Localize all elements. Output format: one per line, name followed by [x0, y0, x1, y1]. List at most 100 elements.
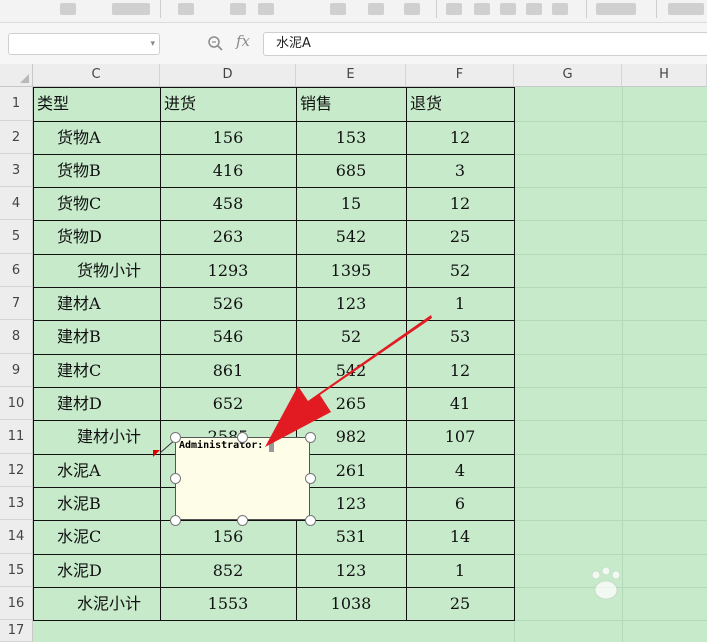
row-header-13[interactable]: 13 — [0, 487, 33, 520]
table-cell[interactable]: 416 — [160, 154, 296, 187]
table-cell[interactable]: 水泥A — [33, 454, 160, 487]
table-cell[interactable]: 15 — [296, 187, 406, 220]
table-cell[interactable]: 546 — [160, 320, 296, 354]
row-header-10[interactable]: 10 — [0, 387, 33, 420]
row-header-11[interactable]: 11 — [0, 420, 33, 454]
fx-icon[interactable]: fx — [236, 32, 250, 50]
table-cell[interactable]: 货物B — [33, 154, 160, 187]
table-cell[interactable]: 货物D — [33, 220, 160, 254]
table-cell[interactable]: 25 — [406, 220, 514, 254]
row-header-14[interactable]: 14 — [0, 520, 33, 554]
toolbar-icon[interactable] — [330, 3, 346, 15]
table-cell[interactable]: 建材D — [33, 387, 160, 420]
table-cell[interactable]: 265 — [296, 387, 406, 420]
header-cell[interactable]: 进货 — [160, 87, 296, 121]
table-cell[interactable]: 货物A — [33, 121, 160, 154]
row-header-16[interactable]: 16 — [0, 587, 33, 620]
toolbar-icon[interactable] — [230, 3, 246, 15]
table-cell[interactable]: 107 — [406, 420, 514, 454]
table-cell[interactable]: 153 — [296, 121, 406, 154]
formula-input[interactable]: 水泥A — [263, 32, 707, 56]
column-header-h[interactable]: H — [622, 64, 707, 87]
header-cell[interactable]: 退货 — [406, 87, 514, 121]
table-cell[interactable]: 123 — [296, 554, 406, 587]
column-header-c[interactable]: C — [33, 64, 160, 87]
resize-handle[interactable] — [305, 515, 316, 526]
header-cell[interactable]: 类型 — [33, 87, 160, 121]
table-cell[interactable]: 52 — [296, 320, 406, 354]
row-header-9[interactable]: 9 — [0, 354, 33, 387]
table-cell[interactable]: 14 — [406, 520, 514, 554]
align-icon[interactable] — [552, 3, 568, 15]
align-icon[interactable] — [474, 3, 490, 15]
resize-handle[interactable] — [237, 515, 248, 526]
table-cell[interactable]: 12 — [406, 354, 514, 387]
select-all-corner[interactable] — [0, 64, 33, 87]
toolbar-icon[interactable] — [178, 3, 194, 15]
table-cell[interactable]: 建材A — [33, 287, 160, 320]
table-cell[interactable]: 685 — [296, 154, 406, 187]
table-cell[interactable]: 861 — [160, 354, 296, 387]
comment-box[interactable]: Administrator: — [175, 437, 310, 520]
row-header-3[interactable]: 3 — [0, 154, 33, 187]
table-cell[interactable]: 建材B — [33, 320, 160, 354]
align-icon[interactable] — [526, 3, 542, 15]
table-cell[interactable]: 水泥B — [33, 487, 160, 520]
row-header-1[interactable]: 1 — [0, 87, 33, 121]
spreadsheet-grid[interactable]: 类型 进货 销售 退货 货物A 156 153 12 货物B 416 685 3 货物C 458 15 12 货… — [33, 87, 707, 642]
table-cell[interactable]: 41 — [406, 387, 514, 420]
table-cell[interactable]: 1 — [406, 287, 514, 320]
table-cell[interactable]: 25 — [406, 587, 514, 620]
table-cell[interactable]: 水泥C — [33, 520, 160, 554]
table-cell[interactable]: 542 — [296, 354, 406, 387]
table-cell[interactable]: 1395 — [296, 254, 406, 287]
resize-handle[interactable] — [170, 515, 181, 526]
zoom-icon[interactable] — [207, 35, 225, 53]
toolbar-icon[interactable] — [668, 3, 704, 15]
table-cell[interactable]: 526 — [160, 287, 296, 320]
header-cell[interactable]: 销售 — [296, 87, 406, 121]
table-cell[interactable]: 4 — [406, 454, 514, 487]
table-cell[interactable]: 货物小计 — [33, 254, 160, 287]
table-cell[interactable]: 1553 — [160, 587, 296, 620]
table-cell[interactable]: 建材小计 — [33, 420, 160, 454]
table-cell[interactable]: 3 — [406, 154, 514, 187]
table-cell[interactable]: 852 — [160, 554, 296, 587]
column-header-f[interactable]: F — [406, 64, 514, 87]
resize-handle[interactable] — [305, 432, 316, 443]
toolbar-icon[interactable] — [368, 3, 384, 15]
row-header-8[interactable]: 8 — [0, 320, 33, 354]
table-cell[interactable]: 12 — [406, 121, 514, 154]
resize-handle[interactable] — [305, 473, 316, 484]
table-cell[interactable]: 1038 — [296, 587, 406, 620]
table-cell[interactable]: 156 — [160, 121, 296, 154]
table-cell[interactable]: 156 — [160, 520, 296, 554]
table-cell[interactable]: 542 — [296, 220, 406, 254]
row-header-12[interactable]: 12 — [0, 454, 33, 487]
column-header-e[interactable]: E — [296, 64, 406, 87]
toolbar-icon[interactable] — [112, 3, 150, 15]
table-cell[interactable]: 6 — [406, 487, 514, 520]
table-cell[interactable]: 123 — [296, 287, 406, 320]
row-header-15[interactable]: 15 — [0, 554, 33, 587]
table-cell[interactable]: 建材C — [33, 354, 160, 387]
row-header-4[interactable]: 4 — [0, 187, 33, 220]
table-cell[interactable]: 52 — [406, 254, 514, 287]
toolbar-icon[interactable] — [60, 3, 76, 15]
toolbar-icon[interactable] — [596, 3, 636, 15]
table-cell[interactable]: 12 — [406, 187, 514, 220]
name-box[interactable]: ▾ — [8, 33, 160, 55]
resize-handle[interactable] — [170, 473, 181, 484]
row-header-6[interactable]: 6 — [0, 254, 33, 287]
resize-handle[interactable] — [170, 432, 181, 443]
row-header-7[interactable]: 7 — [0, 287, 33, 320]
row-header-2[interactable]: 2 — [0, 121, 33, 154]
row-header-5[interactable]: 5 — [0, 220, 33, 254]
toolbar-icon[interactable] — [404, 3, 420, 15]
column-header-d[interactable]: D — [160, 64, 296, 87]
table-cell[interactable]: 货物C — [33, 187, 160, 220]
row-header-17[interactable]: 17 — [0, 620, 33, 642]
chevron-down-icon[interactable]: ▾ — [150, 39, 155, 49]
table-cell[interactable]: 652 — [160, 387, 296, 420]
table-cell[interactable]: 458 — [160, 187, 296, 220]
